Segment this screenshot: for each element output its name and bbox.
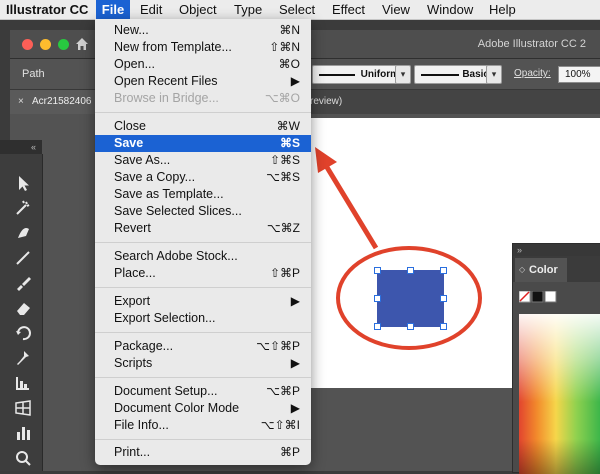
menu-separator bbox=[95, 332, 311, 333]
submenu-arrow-icon: ▶ bbox=[290, 356, 300, 370]
submenu-arrow-icon: ▶ bbox=[290, 401, 300, 415]
menu-item-export[interactable]: Export ▶ bbox=[95, 293, 311, 310]
menu-separator bbox=[95, 112, 311, 113]
menu-separator bbox=[95, 287, 311, 288]
menu-item-package[interactable]: Package... ⌥⇧⌘P bbox=[95, 338, 311, 355]
menu-item-new-from-template[interactable]: New from Template... ⇧⌘N bbox=[95, 39, 311, 56]
menu-item-file-info[interactable]: File Info... ⌥⇧⌘I bbox=[95, 417, 311, 434]
menu-separator bbox=[95, 377, 311, 378]
menu-item-open[interactable]: Open... ⌘O bbox=[95, 56, 311, 73]
menu-item-save[interactable]: Save ⌘S bbox=[95, 135, 311, 152]
annotation-ellipse bbox=[336, 246, 482, 350]
menu-item-save-as[interactable]: Save As... ⇧⌘S bbox=[95, 152, 311, 169]
menu-item-print[interactable]: Print... ⌘P bbox=[95, 444, 311, 461]
annotation-arrow-shaft bbox=[322, 162, 379, 250]
menu-item-scripts[interactable]: Scripts ▶ bbox=[95, 355, 311, 372]
menu-item-document-setup[interactable]: Document Setup... ⌥⌘P bbox=[95, 383, 311, 400]
menu-item-open-recent-files[interactable]: Open Recent Files ▶ bbox=[95, 73, 311, 90]
menu-item-revert[interactable]: Revert ⌥⌘Z bbox=[95, 220, 311, 237]
menu-item-close[interactable]: Close ⌘W bbox=[95, 118, 311, 135]
submenu-arrow-icon: ▶ bbox=[290, 294, 300, 308]
menu-item-document-color-mode[interactable]: Document Color Mode ▶ bbox=[95, 400, 311, 417]
menu-item-export-selection[interactable]: Export Selection... bbox=[95, 310, 311, 327]
menu-item-new[interactable]: New... ⌘N bbox=[95, 22, 311, 39]
menu-item-save-selected-slices[interactable]: Save Selected Slices... bbox=[95, 203, 311, 220]
menu-item-browse-in-bridge: Browse in Bridge... ⌥⌘O bbox=[114, 91, 300, 105]
file-menu-dropdown: New... ⌘N New from Template... ⇧⌘N Open...… bbox=[95, 19, 311, 465]
menu-item-search-adobe-stock[interactable]: Search Adobe Stock... bbox=[95, 248, 311, 265]
menu-separator bbox=[95, 242, 311, 243]
submenu-arrow-icon: ▶ bbox=[290, 74, 300, 88]
menu-item-save-a-copy[interactable]: Save a Copy... ⌥⌘S bbox=[95, 169, 311, 186]
menu-item-place[interactable]: Place... ⇧⌘P bbox=[95, 265, 311, 282]
menu-item-save-as-template[interactable]: Save as Template... bbox=[95, 186, 311, 203]
menu-separator bbox=[95, 439, 311, 440]
